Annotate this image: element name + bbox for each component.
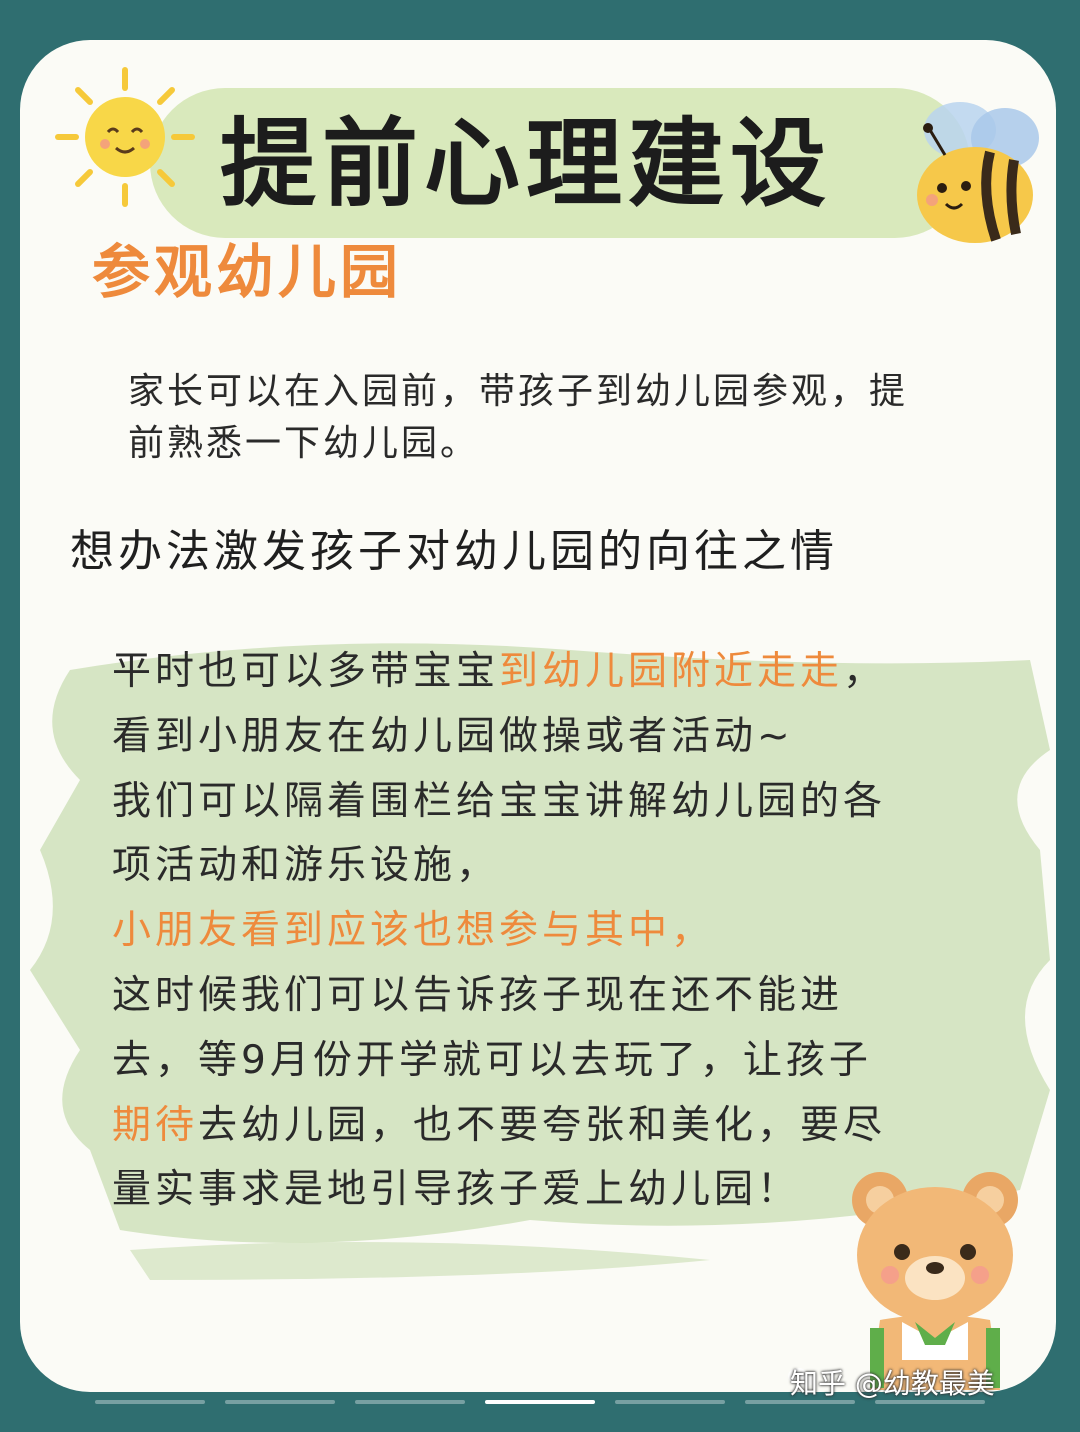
sun-icon	[55, 67, 195, 207]
highlight-text: 到幼儿园附近走走	[499, 649, 844, 694]
section-heading: 想办法激发孩子对幼儿园的向往之情	[70, 526, 838, 577]
bee-icon	[917, 102, 1039, 243]
section-subtitle: 参观幼儿园	[92, 238, 403, 306]
detail-line: 看到小朋友在幼儿园做操或者活动~	[112, 713, 794, 759]
content-card: 提前心理建设 参观幼儿园 家长可以在入园前，带孩子到幼儿园参观，提前熟悉一下幼儿…	[20, 40, 1056, 1392]
page-title: 提前心理建设	[220, 108, 832, 220]
text-segment: 去幼儿园，也不要夸张和美化，要尽	[198, 1102, 887, 1148]
detail-line: 这时候我们可以告诉孩子现在还不能进	[112, 972, 844, 1018]
detail-line: 项活动和游乐设施，	[112, 843, 500, 889]
page-dot[interactable]	[225, 1400, 335, 1404]
detail-line: 我们可以隔着围栏给宝宝讲解幼儿园的各	[112, 778, 887, 824]
detail-line: 去，等9月份开学就可以去玩了，让孩子	[112, 1037, 872, 1083]
text-segment: ，	[843, 649, 887, 694]
page-dot-active[interactable]	[485, 1400, 595, 1404]
page-dot[interactable]	[745, 1400, 855, 1404]
page-dot[interactable]	[875, 1400, 985, 1404]
page-dot[interactable]	[95, 1400, 205, 1404]
detail-paragraph: 平时也可以多带宝宝到幼儿园附近走走， 看到小朋友在幼儿园做操或者活动~ 我们可以…	[112, 640, 992, 1223]
page-dot[interactable]	[615, 1400, 725, 1404]
highlight-text: 期待	[112, 1102, 199, 1148]
bear-icon	[852, 1172, 1018, 1390]
highlight-line: 小朋友看到应该也想参与其中，	[112, 908, 715, 954]
detail-line: 期待去幼儿园，也不要夸张和美化，要尽	[112, 1094, 992, 1159]
page-dot[interactable]	[355, 1400, 465, 1404]
detail-line: 平时也可以多带宝宝到幼儿园附近走走，	[112, 640, 992, 705]
intro-paragraph: 家长可以在入园前，带孩子到幼儿园参观，提前熟悉一下幼儿园。	[128, 371, 909, 464]
watermark: 知乎 @幼教最美	[790, 1367, 995, 1400]
page-indicator	[0, 1400, 1080, 1406]
text-segment: 平时也可以多带宝宝	[112, 649, 500, 694]
